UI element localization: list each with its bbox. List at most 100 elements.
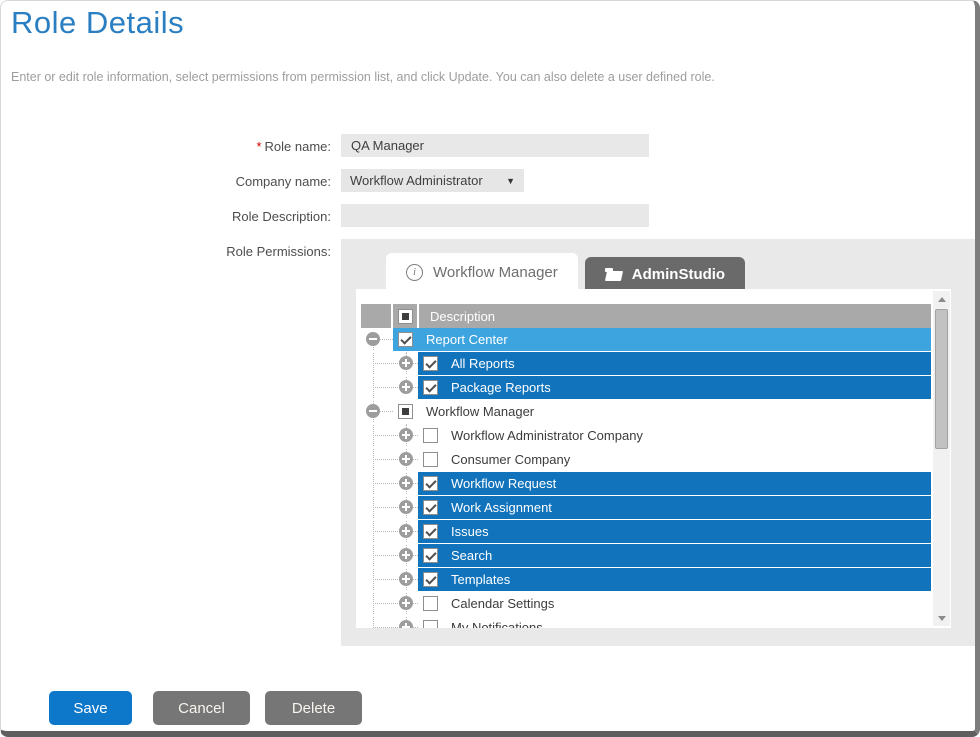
permission-checkbox[interactable] (423, 548, 438, 563)
expander-icon[interactable] (399, 500, 413, 514)
tree-gutter (361, 472, 418, 495)
permission-checkbox[interactable] (423, 620, 438, 628)
scrollbar-thumb[interactable] (935, 309, 948, 449)
expander-column-header (361, 304, 391, 328)
expander-icon[interactable] (366, 332, 380, 346)
expander-icon[interactable] (399, 620, 413, 628)
permission-label: Workflow Request (451, 476, 556, 491)
tab-label: Workflow Manager (433, 264, 558, 281)
permission-row-content: Templates (418, 568, 931, 591)
expander-icon[interactable] (399, 572, 413, 586)
cancel-button[interactable]: Cancel (153, 691, 250, 725)
permission-checkbox[interactable] (423, 572, 438, 587)
company-name-select[interactable]: Workflow Administrator ▼ (341, 169, 524, 192)
permission-label: Consumer Company (451, 452, 570, 467)
expander-icon[interactable] (399, 476, 413, 490)
expander-icon[interactable] (399, 524, 413, 538)
permission-row[interactable]: Search (361, 544, 931, 568)
expander-icon[interactable] (399, 596, 413, 610)
select-all-checkbox[interactable] (398, 309, 413, 324)
permission-checkbox[interactable] (423, 524, 438, 539)
tree-gutter (361, 424, 418, 447)
scroll-down-button[interactable] (933, 610, 950, 626)
tab-label: AdminStudio (632, 266, 725, 283)
permission-label: All Reports (451, 356, 515, 371)
expander-icon[interactable] (399, 428, 413, 442)
expander-icon[interactable] (399, 380, 413, 394)
permission-row[interactable]: Workflow Administrator Company (361, 424, 931, 448)
chevron-down-icon: ▼ (506, 176, 515, 186)
folder-open-icon (605, 268, 622, 281)
permission-row-content: Workflow Manager (393, 400, 931, 423)
company-name-label: Company name: (1, 174, 331, 189)
company-name-value: Workflow Administrator (350, 173, 483, 188)
permission-row-content: Calendar Settings (418, 592, 931, 615)
tree-gutter (361, 568, 418, 591)
permission-label: Search (451, 548, 492, 563)
role-description-input[interactable] (341, 204, 649, 227)
permission-label: Work Assignment (451, 500, 552, 515)
delete-button[interactable]: Delete (265, 691, 362, 725)
permission-row-content: Workflow Request (418, 472, 931, 495)
permission-row[interactable]: Workflow Request (361, 472, 931, 496)
description-column-header: Description (419, 304, 931, 328)
permission-row-content: Workflow Administrator Company (418, 424, 931, 447)
permission-checkbox[interactable] (423, 452, 438, 467)
permission-checkbox[interactable] (423, 596, 438, 611)
permission-checkbox[interactable] (398, 404, 413, 419)
permission-row[interactable]: All Reports (361, 352, 931, 376)
permission-row[interactable]: Consumer Company (361, 448, 931, 472)
permissions-tabs: i Workflow Manager AdminStudio (386, 253, 745, 291)
info-icon: i (406, 264, 423, 281)
save-button[interactable]: Save (49, 691, 132, 725)
tab-workflow-manager[interactable]: i Workflow Manager (386, 253, 578, 291)
permission-label: Workflow Manager (426, 404, 534, 419)
permission-label: My Notifications (451, 620, 543, 628)
role-description-label: Role Description: (1, 209, 331, 224)
permission-label: Workflow Administrator Company (451, 428, 643, 443)
tree-gutter (361, 352, 418, 375)
vertical-scrollbar[interactable] (933, 291, 950, 626)
tree-gutter (361, 544, 418, 567)
permission-label: Templates (451, 572, 510, 587)
permissions-tree: Description Report Center All Reports (356, 289, 951, 628)
required-asterisk: * (256, 139, 261, 154)
permission-label: Report Center (426, 332, 508, 347)
tree-gutter (361, 592, 418, 615)
permission-checkbox[interactable] (423, 356, 438, 371)
tab-adminstudio[interactable]: AdminStudio (585, 257, 745, 291)
permission-row[interactable]: Report Center (361, 328, 931, 352)
role-name-input[interactable] (341, 134, 649, 157)
permission-row[interactable]: Templates (361, 568, 931, 592)
permission-checkbox[interactable] (423, 380, 438, 395)
tree-gutter (361, 496, 418, 519)
grid-header: Description (361, 304, 931, 328)
permission-row[interactable]: Work Assignment (361, 496, 931, 520)
permission-row[interactable]: Workflow Manager (361, 400, 931, 424)
permission-row[interactable]: Package Reports (361, 376, 931, 400)
select-all-cell (393, 304, 417, 328)
permission-checkbox[interactable] (423, 428, 438, 443)
permission-row-content: Search (418, 544, 931, 567)
permission-row[interactable]: My Notifications (361, 616, 931, 628)
permissions-panel: i Workflow Manager AdminStudio Descripti… (341, 239, 975, 646)
tree-gutter (361, 376, 418, 399)
expander-icon[interactable] (366, 404, 380, 418)
permission-checkbox[interactable] (423, 476, 438, 491)
expander-icon[interactable] (399, 356, 413, 370)
permission-row-content: Report Center (393, 328, 931, 351)
tree-gutter (361, 448, 418, 471)
permission-label: Issues (451, 524, 489, 539)
tree-gutter (361, 520, 418, 543)
permission-checkbox[interactable] (423, 500, 438, 515)
role-name-label: *Role name: (1, 139, 331, 154)
permission-label: Package Reports (451, 380, 551, 395)
expander-icon[interactable] (399, 452, 413, 466)
expander-icon[interactable] (399, 548, 413, 562)
scroll-up-button[interactable] (933, 291, 950, 307)
permission-row[interactable]: Issues (361, 520, 931, 544)
permission-checkbox[interactable] (398, 332, 413, 347)
permission-row-content: All Reports (418, 352, 931, 375)
permission-row-content: Issues (418, 520, 931, 543)
permission-row[interactable]: Calendar Settings (361, 592, 931, 616)
